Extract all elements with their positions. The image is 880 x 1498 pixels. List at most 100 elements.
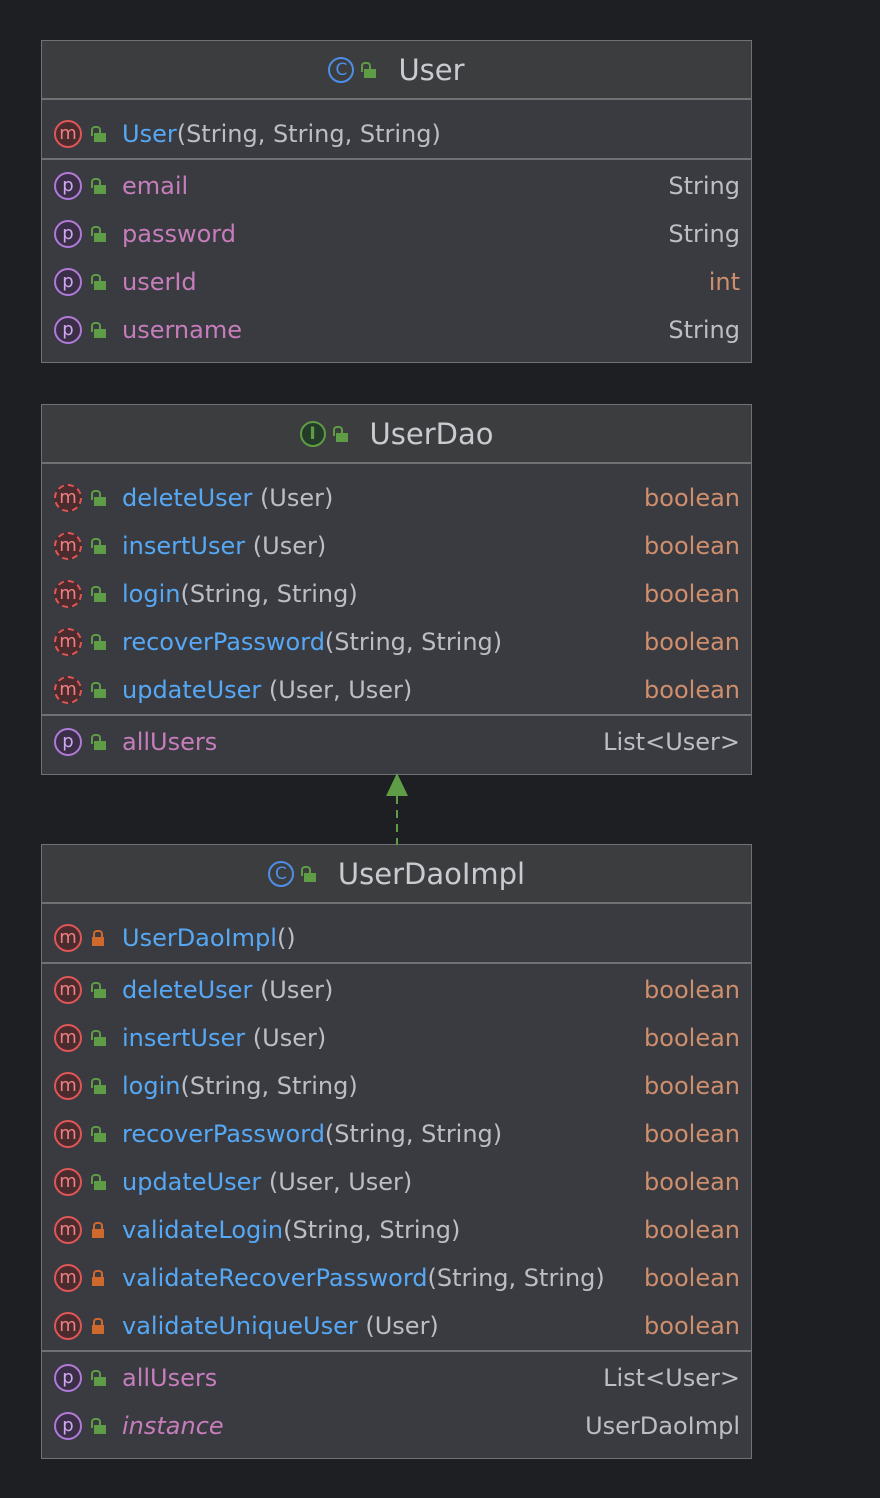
member-name: allUsers — [122, 1364, 218, 1392]
method-icon: m — [54, 1216, 82, 1244]
member-params: (String, String) — [324, 628, 503, 656]
method-row[interactable]: m validateLogin(String, String) boolean — [42, 1206, 751, 1254]
method-row[interactable]: m User(String, String, String) — [42, 110, 751, 158]
member-signature: deleteUser (User) — [122, 976, 333, 1004]
lock-body — [94, 185, 106, 194]
lock-body — [94, 641, 106, 650]
method-row[interactable]: m validateUniqueUser (User) boolean — [42, 1302, 751, 1350]
lock-body — [94, 233, 106, 242]
arrowhead-icon — [386, 773, 408, 796]
class-header[interactable]: C UserDaoImpl — [42, 845, 751, 904]
public-lock-icon — [91, 226, 106, 242]
lock-body — [94, 133, 106, 142]
abstract-method-icon: m — [54, 676, 82, 704]
method-icon: m — [54, 976, 82, 1004]
member-type: boolean — [644, 580, 740, 608]
method-row[interactable]: m insertUser (User) boolean — [42, 522, 751, 570]
member-type: List<User> — [603, 1364, 740, 1392]
property-icon: p — [54, 268, 82, 296]
lock-body — [92, 1325, 104, 1334]
method-row[interactable]: m validateRecoverPassword(String, String)… — [42, 1254, 751, 1302]
method-icon: m — [54, 1168, 82, 1196]
lock-body — [94, 741, 106, 750]
member-name: updateUser — [122, 1168, 262, 1196]
class-box-userdao[interactable]: I UserDao m deleteUser (User) boolean m insert… — [41, 404, 752, 775]
method-row[interactable]: m recoverPassword(String, String) boolean — [42, 1110, 751, 1158]
property-row[interactable]: p password String — [42, 210, 751, 258]
public-lock-icon — [332, 425, 348, 442]
class-name: UserDao — [369, 416, 494, 451]
property-row[interactable]: p instance UserDaoImpl — [42, 1402, 751, 1450]
public-lock-icon — [91, 734, 106, 750]
member-params: (User) — [252, 484, 334, 512]
property-row[interactable]: p username String — [42, 306, 751, 354]
class-icon: C — [328, 56, 355, 83]
member-signature: User(String, String, String) — [122, 120, 441, 148]
member-signature: validateLogin(String, String) — [122, 1216, 460, 1244]
member-type: boolean — [644, 1264, 740, 1292]
lock-body — [364, 68, 377, 78]
method-row[interactable]: m login(String, String) boolean — [42, 1062, 751, 1110]
members-section: m deleteUser (User) boolean m insertUser (Us… — [42, 464, 751, 716]
method-row[interactable]: m recoverPassword(String, String) boolean — [42, 618, 751, 666]
interface-icon: I — [299, 420, 326, 447]
property-row[interactable]: p allUsers List<User> — [42, 1354, 751, 1402]
method-row[interactable]: m UserDaoImpl() — [42, 914, 751, 962]
lock-body — [94, 1181, 106, 1190]
members-section: m UserDaoImpl() — [42, 904, 751, 964]
members-section-2: p email String p password String p userId int p us… — [42, 160, 751, 362]
public-lock-icon — [91, 1174, 106, 1190]
public-lock-icon — [91, 1030, 106, 1046]
member-type: boolean — [644, 1216, 740, 1244]
method-row[interactable]: m deleteUser (User) boolean — [42, 966, 751, 1014]
abstract-method-icon: m — [54, 628, 82, 656]
private-lock-icon — [92, 1270, 106, 1286]
member-name: recoverPassword — [122, 628, 325, 656]
class-header[interactable]: C User — [42, 41, 751, 100]
member-name: updateUser — [122, 676, 262, 704]
method-row[interactable]: m login(String, String) boolean — [42, 570, 751, 618]
member-signature: updateUser (User, User) — [122, 676, 412, 704]
member-signature: UserDaoImpl() — [122, 924, 296, 952]
public-lock-icon — [91, 322, 106, 338]
member-type: boolean — [644, 484, 740, 512]
public-lock-icon — [361, 61, 377, 78]
property-row[interactable]: p allUsers List<User> — [42, 718, 751, 766]
public-lock-icon — [91, 274, 106, 290]
property-row[interactable]: p userId int — [42, 258, 751, 306]
abstract-method-icon: m — [54, 532, 82, 560]
member-params: () — [276, 924, 296, 952]
member-name: instance — [122, 1412, 224, 1440]
member-name: User — [122, 120, 177, 148]
class-box-userdaoimpl[interactable]: C UserDaoImpl m UserDaoImpl() m deleteUser (U… — [41, 844, 752, 1459]
lock-body — [94, 1377, 106, 1386]
property-row[interactable]: p email String — [42, 162, 751, 210]
member-type: boolean — [644, 676, 740, 704]
method-icon: m — [54, 924, 82, 952]
member-signature: deleteUser (User) — [122, 484, 333, 512]
abstract-method-icon: m — [54, 580, 82, 608]
public-lock-icon — [91, 682, 106, 698]
member-signature: allUsers — [122, 728, 217, 756]
method-row[interactable]: m insertUser (User) boolean — [42, 1014, 751, 1062]
method-row[interactable]: m updateUser (User, User) boolean — [42, 666, 751, 714]
public-lock-icon — [91, 634, 106, 650]
member-signature: instance — [122, 1412, 224, 1440]
member-signature: username — [122, 316, 242, 344]
method-row[interactable]: m deleteUser (User) boolean — [42, 474, 751, 522]
property-icon: p — [54, 1412, 82, 1440]
property-icon: p — [54, 316, 82, 344]
abstract-method-icon: m — [54, 484, 82, 512]
member-params: (String, String) — [180, 1072, 358, 1100]
class-header[interactable]: I UserDao — [42, 405, 751, 464]
member-type: List<User> — [603, 728, 740, 756]
class-box-user[interactable]: C User m User(String, String, String) p email… — [41, 40, 752, 363]
member-signature: updateUser (User, User) — [122, 1168, 412, 1196]
method-icon: m — [54, 1072, 82, 1100]
member-params: (User) — [245, 532, 327, 560]
lock-body — [94, 1425, 106, 1434]
member-name: UserDaoImpl — [122, 924, 277, 952]
member-type: boolean — [644, 976, 740, 1004]
member-type: String — [668, 316, 740, 344]
method-row[interactable]: m updateUser (User, User) boolean — [42, 1158, 751, 1206]
